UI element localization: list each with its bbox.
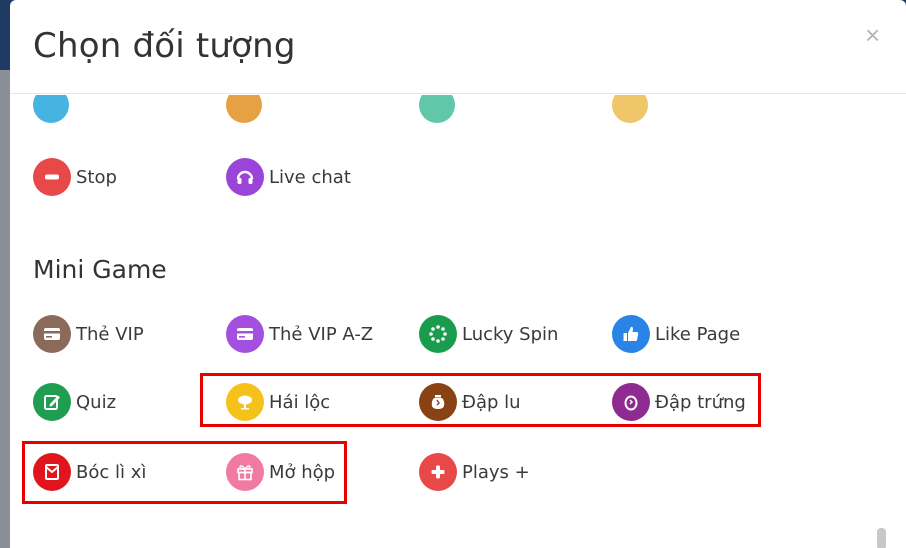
item-plays-plus[interactable]: Plays + <box>419 452 530 492</box>
edit-icon <box>33 383 71 421</box>
card-icon <box>226 315 264 353</box>
item-label: Thẻ VIP A-Z <box>269 323 374 345</box>
item-label: Stop <box>76 166 117 188</box>
item-lucky-spin[interactable]: Lucky Spin <box>419 314 558 354</box>
section-title-mini-game: Mini Game <box>33 255 167 284</box>
choose-object-modal: Chọn đối tượng × Stop Live chat Mini Gam… <box>10 0 906 548</box>
page-backdrop <box>0 70 10 548</box>
item-label: Live chat <box>269 166 351 188</box>
card-icon <box>33 315 71 353</box>
plus-circle-icon <box>419 453 457 491</box>
close-icon[interactable]: × <box>865 22 880 48</box>
partial-item-icon[interactable] <box>419 95 455 123</box>
item-quiz[interactable]: Quiz <box>33 382 116 422</box>
scrollbar-thumb[interactable] <box>877 528 886 548</box>
headset-icon <box>226 158 264 196</box>
item-label: Quiz <box>76 391 117 413</box>
partial-item-icon[interactable] <box>33 95 69 123</box>
highlight-box <box>22 441 347 504</box>
thumbs-up-icon <box>612 315 650 353</box>
partial-item-icon[interactable] <box>226 95 262 123</box>
item-label: Lucky Spin <box>462 323 559 345</box>
highlight-box <box>200 373 761 427</box>
item-label: Thẻ VIP <box>76 323 144 345</box>
item-live-chat[interactable]: Live chat <box>226 157 351 197</box>
item-the-vip-a-z[interactable]: Thẻ VIP A-Z <box>226 314 373 354</box>
item-stop[interactable]: Stop <box>33 157 117 197</box>
modal-title: Chọn đối tượng <box>33 26 296 66</box>
modal-header: Chọn đối tượng × <box>10 0 906 94</box>
item-label: Like Page <box>655 323 741 345</box>
partial-row <box>10 95 906 135</box>
item-the-vip[interactable]: Thẻ VIP <box>33 314 144 354</box>
item-like-page[interactable]: Like Page <box>612 314 740 354</box>
minus-circle-icon <box>33 158 71 196</box>
item-label: Plays + <box>462 461 530 483</box>
modal-body: Stop Live chat Mini Game Thẻ VIP Thẻ VIP… <box>10 95 906 548</box>
partial-item-icon[interactable] <box>612 95 648 123</box>
spinner-icon <box>419 315 457 353</box>
